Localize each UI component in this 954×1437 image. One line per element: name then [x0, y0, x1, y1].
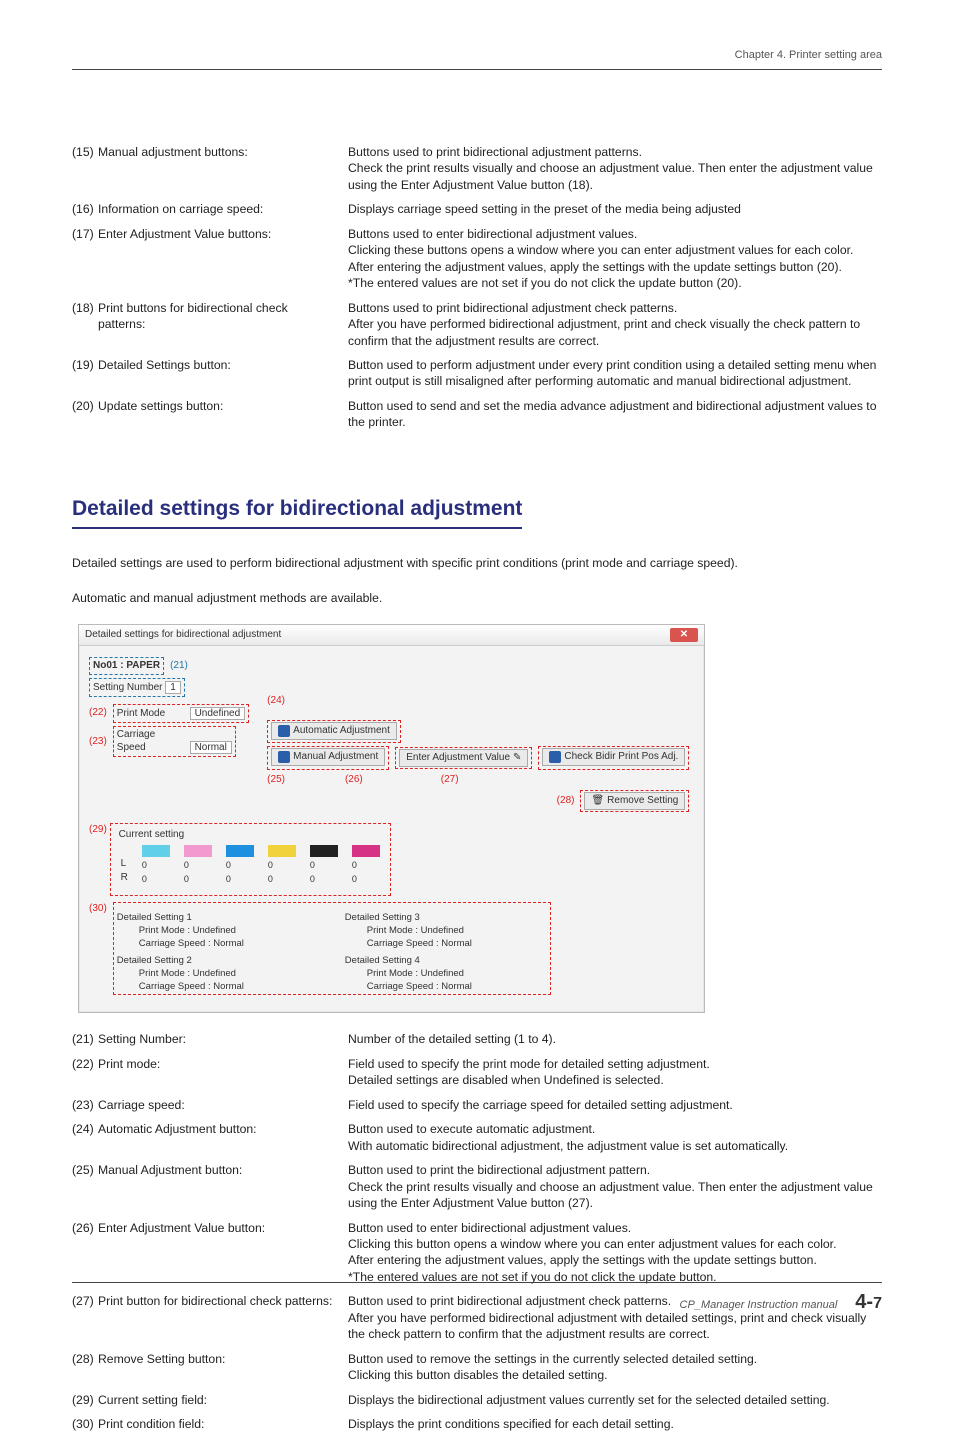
def-term: Setting Number:: [98, 1027, 348, 1051]
def-number: (15): [72, 140, 98, 197]
callout-26: (26): [345, 773, 363, 787]
dialog-screenshot: Detailed settings for bidirectional adju…: [78, 624, 705, 1013]
page-footer: CP_Manager Instruction manual 4-7: [72, 1282, 882, 1316]
color-chip-c: 00: [226, 845, 254, 885]
enter-adjustment-value-button[interactable]: Enter Adjustment Value ✎: [399, 749, 528, 767]
setting-number-field[interactable]: 1: [165, 681, 181, 694]
def-desc: Displays carriage speed setting in the p…: [348, 197, 882, 221]
def-desc: Field used to specify the print mode for…: [348, 1052, 882, 1093]
printer-icon: [278, 725, 290, 737]
def-term: Update settings button:: [98, 394, 348, 435]
def-number: (24): [72, 1117, 98, 1158]
page-number: 4-7: [855, 1289, 882, 1316]
printer-icon: [549, 751, 561, 763]
def-term: Enter Adjustment Value button:: [98, 1216, 348, 1290]
def-desc: Button used to enter bidirectional adjus…: [348, 1216, 882, 1290]
footer-doc-title: CP_Manager Instruction manual: [680, 1298, 838, 1313]
intro-para-1: Detailed settings are used to perform bi…: [72, 555, 882, 571]
media-no-label: No01 : PAPER: [93, 660, 160, 671]
def-desc: Button used to execute automatic adjustm…: [348, 1117, 882, 1158]
color-chip-y: 00: [268, 845, 296, 885]
def-number: (20): [72, 394, 98, 435]
callout-24: (24): [267, 694, 285, 708]
definitions-bottom: (21)Setting Number:Number of the detaile…: [72, 1027, 882, 1436]
def-number: (21): [72, 1027, 98, 1051]
def-number: (25): [72, 1158, 98, 1215]
callout-28: (28): [557, 794, 575, 808]
detailed-setting-2: Detailed Setting 2Print Mode : Undefined…: [117, 955, 319, 993]
intro-para-2: Automatic and manual adjustment methods …: [72, 590, 882, 606]
trash-icon: 🗑: [591, 794, 604, 808]
def-term: Print buttons for bidirectional check pa…: [98, 296, 348, 353]
def-term: Automatic Adjustment button:: [98, 1117, 348, 1158]
close-icon[interactable]: ✕: [670, 628, 698, 642]
def-term: Print condition field:: [98, 1412, 348, 1436]
def-desc: Button used to print the bidirectional a…: [348, 1158, 882, 1215]
def-number: (19): [72, 353, 98, 394]
definitions-top: (15)Manual adjustment buttons:Buttons us…: [72, 140, 882, 435]
color-chip-k: 00: [310, 845, 338, 885]
def-number: (23): [72, 1093, 98, 1117]
def-term: Current setting field:: [98, 1388, 348, 1412]
carriage-speed-label: Carriage Speed: [117, 728, 187, 755]
callout-22: (22): [89, 706, 107, 720]
def-number: (16): [72, 197, 98, 221]
print-mode-field[interactable]: Undefined: [190, 707, 246, 720]
def-term: Print mode:: [98, 1052, 348, 1093]
detailed-setting-4: Detailed Setting 4Print Mode : Undefined…: [345, 955, 547, 993]
def-number: (22): [72, 1052, 98, 1093]
current-setting-values: LR000000000000: [119, 841, 382, 889]
current-setting-label: Current setting: [119, 828, 382, 842]
def-term: Detailed Settings button:: [98, 353, 348, 394]
setting-number-label: Setting Number: [93, 681, 162, 695]
def-desc: Buttons used to enter bidirectional adju…: [348, 222, 882, 296]
def-desc: Buttons used to print bidirectional adju…: [348, 296, 882, 353]
def-number: (29): [72, 1388, 98, 1412]
def-desc: Displays the bidirectional adjustment va…: [348, 1388, 882, 1412]
detailed-setting-1: Detailed Setting 1Print Mode : Undefined…: [117, 912, 319, 950]
printer-icon: [278, 751, 290, 763]
def-number: (17): [72, 222, 98, 296]
def-term: Manual Adjustment button:: [98, 1158, 348, 1215]
remove-setting-button[interactable]: 🗑 Remove Setting: [584, 792, 685, 810]
def-number: (18): [72, 296, 98, 353]
dialog-title: Detailed settings for bidirectional adju…: [85, 628, 281, 642]
callout-21: (21): [170, 659, 188, 673]
color-chip-lm: 00: [184, 845, 212, 885]
detailed-settings-grid: Detailed Setting 1Print Mode : Undefined…: [117, 912, 547, 993]
def-term: Information on carriage speed:: [98, 197, 348, 221]
def-term: Remove Setting button:: [98, 1347, 348, 1388]
def-number: (26): [72, 1216, 98, 1290]
def-term: Enter Adjustment Value buttons:: [98, 222, 348, 296]
automatic-adjustment-button[interactable]: Automatic Adjustment: [271, 722, 397, 740]
callout-29: (29): [89, 824, 107, 835]
callout-30: (30): [89, 902, 107, 916]
def-desc: Number of the detailed setting (1 to 4).: [348, 1027, 882, 1051]
def-term: Manual adjustment buttons:: [98, 140, 348, 197]
def-desc: Field used to specify the carriage speed…: [348, 1093, 882, 1117]
detailed-setting-3: Detailed Setting 3Print Mode : Undefined…: [345, 912, 547, 950]
def-desc: Button used to remove the settings in th…: [348, 1347, 882, 1388]
check-bidir-button[interactable]: Check Bidir Print Pos Adj.: [542, 748, 685, 766]
section-title: Detailed settings for bidirectional adju…: [72, 495, 522, 529]
manual-adjustment-button[interactable]: Manual Adjustment: [271, 748, 385, 766]
def-desc: Buttons used to print bidirectional adju…: [348, 140, 882, 197]
callout-23: (23): [89, 735, 107, 749]
def-term: Carriage speed:: [98, 1093, 348, 1117]
pencil-icon: ✎: [513, 751, 521, 765]
color-chip-m: 00: [352, 845, 380, 885]
def-number: (30): [72, 1412, 98, 1436]
callout-25: (25): [267, 773, 285, 787]
def-desc: Button used to send and set the media ad…: [348, 394, 882, 435]
carriage-speed-field[interactable]: Normal: [190, 741, 232, 754]
running-head: Chapter 4. Printer setting area: [72, 48, 882, 70]
callout-27: (27): [441, 773, 459, 787]
color-chip-lc: 00: [142, 845, 170, 885]
def-desc: Displays the print conditions specified …: [348, 1412, 882, 1436]
print-mode-label: Print Mode: [117, 707, 187, 721]
def-number: (28): [72, 1347, 98, 1388]
def-desc: Button used to perform adjustment under …: [348, 353, 882, 394]
